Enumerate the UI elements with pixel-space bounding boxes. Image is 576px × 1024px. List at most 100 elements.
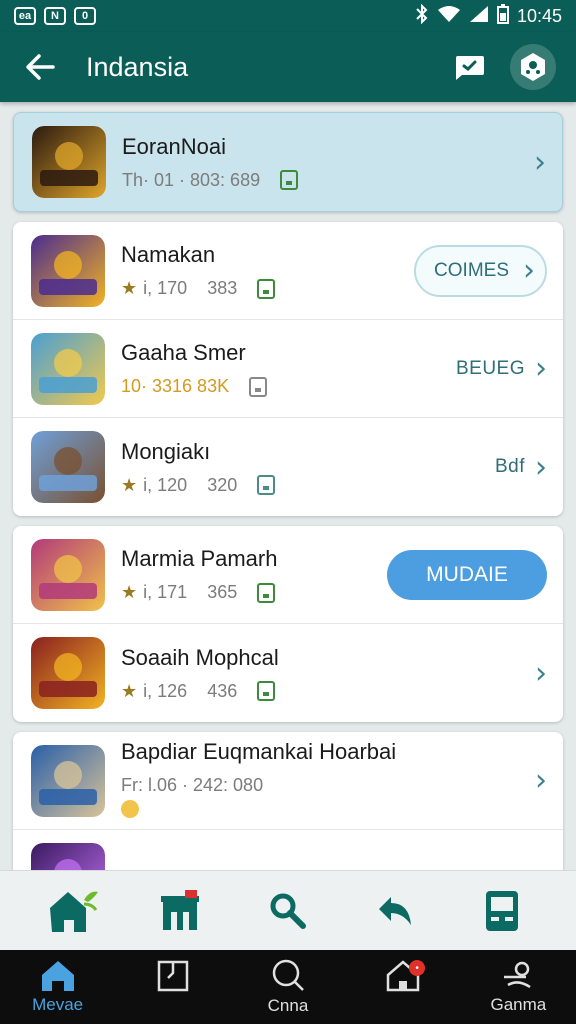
bottom-navigation: Mevae Cnna • Ganma — [0, 950, 576, 1024]
game-stats: 320 — [207, 474, 238, 495]
chevron-right-icon[interactable]: › — [535, 450, 547, 485]
game-row[interactable]: Daddon Grf — [13, 830, 563, 870]
signal-icon — [469, 5, 489, 28]
game-title: Soaaih Mophcal — [121, 644, 279, 670]
game-thumbnail-icon — [31, 431, 105, 503]
star-icon: ★ — [121, 680, 138, 701]
row-action-link[interactable]: Bdf — [495, 456, 525, 478]
game-thumbnail-icon — [31, 332, 105, 405]
star-icon: ★ — [121, 474, 138, 495]
wifi-icon — [437, 5, 461, 28]
game-row[interactable]: Bapdiar Euqmankai Hoarbai Fr: l.06 · 242:… — [13, 732, 563, 830]
search-icon — [272, 959, 304, 991]
storage-badge-icon — [257, 681, 276, 701]
game-title: Bapdiar Euqmankai Hoarbai — [121, 738, 397, 764]
chevron-right-icon[interactable]: › — [535, 763, 547, 798]
store-button[interactable] — [151, 881, 211, 941]
game-stats: 365 — [207, 582, 238, 602]
game-title: Gaaha Smer — [121, 340, 246, 365]
nav-profile-label: Ganma — [490, 995, 547, 1014]
game-meta: ★ i, 171 365 — [121, 582, 387, 603]
row-action-label: COIMES — [434, 259, 509, 281]
search-button[interactable] — [258, 881, 318, 941]
game-card: Namakan ★ i, 170 383 COIMES › Gaaha Smer 10· 33… — [13, 222, 563, 516]
chevron-right-icon[interactable]: › — [535, 351, 547, 386]
nav-edit[interactable] — [123, 950, 223, 1024]
chevron-right-icon[interactable]: › — [534, 145, 546, 180]
back-arrow-icon — [26, 54, 55, 80]
nav-profile[interactable]: Ganma — [468, 950, 568, 1024]
app-bar: Indansia — [0, 32, 576, 102]
game-row[interactable]: EoranNoai Th· 01 · 803: 689 › — [14, 113, 562, 211]
game-card: Marmia Pamarh ★ i, 171 365 MUDAIE Soaaih Moph… — [13, 526, 563, 722]
game-card: Bapdiar Euqmankai Hoarbai Fr: l.06 · 242:… — [13, 732, 563, 870]
battery-icon — [496, 3, 509, 29]
featured-card: EoranNoai Th· 01 · 803: 689 › — [13, 112, 563, 212]
badge-icon — [521, 53, 545, 81]
game-row[interactable]: Marmia Pamarh ★ i, 171 365 MUDAIE — [13, 526, 563, 624]
app-bar-actions — [446, 44, 556, 90]
game-title: Namakan — [121, 242, 216, 267]
game-title: Mongiakı — [121, 438, 211, 464]
nav-home[interactable]: Mevae — [8, 950, 108, 1024]
game-info: Gaaha Smer 10· 3316 83K — [121, 340, 456, 397]
game-stats: Fr: l.06 · 242: 080 — [121, 774, 264, 795]
status-time: 10:45 — [516, 5, 562, 26]
storage-badge-icon — [249, 376, 268, 397]
device-button[interactable] — [472, 881, 532, 941]
game-meta: ★ i, 170 383 — [121, 278, 414, 299]
emoji-icon — [121, 799, 139, 818]
action-toolbar — [0, 870, 576, 950]
rating-value: i, 170 — [143, 278, 188, 298]
game-row[interactable]: Namakan ★ i, 170 383 COIMES › — [13, 222, 563, 320]
game-stats: 383 — [207, 278, 238, 298]
game-thumbnail-icon — [32, 126, 106, 198]
row-action-link[interactable]: BEUEG — [456, 358, 525, 380]
nav-notifications[interactable]: • — [353, 950, 453, 1024]
notification-icon: 0 — [74, 7, 96, 25]
game-title: Marmia Pamarh — [121, 546, 278, 571]
message-button[interactable] — [446, 44, 492, 90]
back-button[interactable] — [20, 47, 60, 87]
game-title: EoranNoai — [122, 133, 226, 159]
game-thumbnail-icon — [31, 637, 105, 709]
game-meta: Fr: l.06 · 242: 080 — [121, 775, 525, 796]
rating-value: i, 126 — [143, 680, 188, 701]
bluetooth-icon — [415, 3, 429, 29]
game-info: EoranNoai Th· 01 · 803: 689 — [122, 134, 524, 191]
row-action-button[interactable]: MUDAIE — [387, 549, 547, 600]
game-info: Mongiakı ★ i, 120 320 — [121, 439, 495, 496]
storage-badge-icon — [257, 278, 276, 299]
undo-button[interactable] — [365, 881, 425, 941]
game-info: Namakan ★ i, 170 383 — [121, 242, 414, 299]
game-info: Marmia Pamarh ★ i, 171 365 — [121, 546, 387, 603]
home-icon — [41, 961, 74, 991]
rating-value: i, 171 — [143, 582, 188, 602]
notification-icon: N — [44, 7, 66, 25]
game-row[interactable]: Mongiakı ★ i, 120 320 Bdf › — [13, 418, 563, 516]
storage-badge-icon — [257, 582, 276, 603]
chevron-right-icon: › — [523, 253, 535, 288]
game-stats: Th· 01 · 803: 689 — [122, 169, 261, 190]
game-thumbnail-icon — [31, 843, 105, 870]
game-thumbnail-icon — [31, 538, 105, 611]
status-bar: ea N 0 10:45 — [0, 0, 576, 32]
game-row[interactable]: Gaaha Smer 10· 3316 83K BEUEG › — [13, 320, 563, 418]
chevron-right-icon[interactable]: › — [535, 656, 547, 691]
row-action-button[interactable]: COIMES › — [414, 244, 547, 297]
game-meta: ★ i, 126 436 — [121, 681, 525, 702]
game-row[interactable]: Soaaih Mophcal ★ i, 126 436 › — [13, 624, 563, 722]
rating-value: i, 120 — [143, 474, 188, 495]
game-stats: 436 — [207, 680, 238, 701]
nav-search-label: Cnna — [267, 996, 309, 1015]
game-info: Soaaih Mophcal ★ i, 126 436 — [121, 645, 525, 702]
profile-menu-button[interactable] — [510, 44, 556, 90]
home-plant-icon — [49, 891, 98, 932]
game-meta: 10· 3316 83K — [121, 376, 456, 397]
home-garden-button[interactable] — [44, 881, 104, 941]
notification-icon: ea — [14, 7, 36, 25]
store-icon — [160, 889, 199, 930]
user-icon — [504, 961, 532, 989]
nav-search[interactable]: Cnna — [238, 950, 338, 1024]
game-thumbnail-icon — [31, 234, 105, 307]
